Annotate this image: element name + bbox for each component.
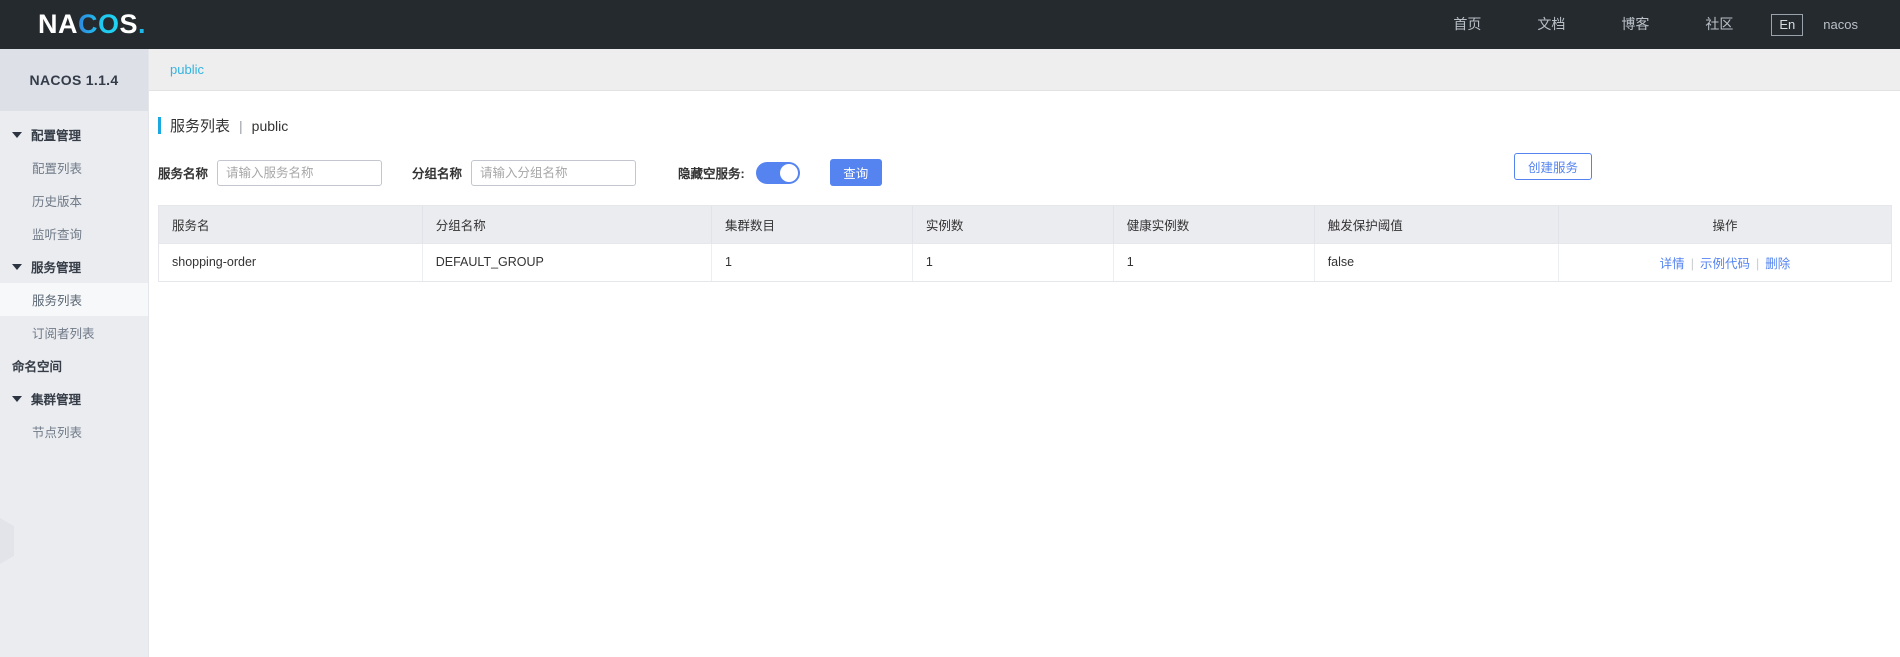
sidebar-group-config-label: 配置管理 bbox=[31, 129, 82, 143]
chevron-down-icon bbox=[12, 263, 22, 270]
column-header-protect-threshold: 触发保护阈值 bbox=[1314, 206, 1559, 244]
sidebar-group-cluster[interactable]: 集群管理 bbox=[0, 382, 148, 415]
cell-instance-count: 1 bbox=[912, 243, 1114, 282]
service-table-element: 服务名 分组名称 集群数目 实例数 健康实例数 触发保护阈值 操作 shoppi… bbox=[159, 206, 1891, 282]
sidebar-item-namespace-label: 命名空间 bbox=[12, 360, 63, 374]
service-name-input[interactable] bbox=[217, 159, 383, 186]
nacos-logo[interactable]: NA CO S. bbox=[38, 11, 146, 38]
row-action-sample-code[interactable]: 示例代码 bbox=[1700, 257, 1750, 271]
cell-healthy-instance-count: 1 bbox=[1113, 243, 1315, 282]
group-name-input[interactable] bbox=[471, 159, 637, 186]
nav-docs[interactable]: 文档 bbox=[1509, 0, 1593, 49]
sidebar-item-history[interactable]: 历史版本 bbox=[0, 184, 148, 217]
sidebar-version-title: NACOS 1.1.4 bbox=[0, 49, 148, 111]
sidebar: NACOS 1.1.4 配置管理 配置列表 历史版本 监听查询 服务管理 服务列… bbox=[0, 49, 149, 657]
language-toggle-button[interactable]: En bbox=[1771, 13, 1804, 36]
logo-text-co: CO bbox=[78, 9, 120, 39]
row-action-detail[interactable]: 详情 bbox=[1660, 257, 1685, 271]
sidebar-collapse-handle[interactable] bbox=[0, 518, 14, 564]
sidebar-item-node-list[interactable]: 节点列表 bbox=[0, 415, 148, 448]
chevron-down-icon bbox=[12, 395, 22, 402]
sidebar-item-config-list-label: 配置列表 bbox=[32, 162, 83, 176]
filter-bar: 服务名称 分组名称 隐藏空服务: 查询 创建服务 bbox=[149, 136, 1900, 194]
toggle-knob bbox=[779, 163, 798, 182]
page-title-text: 服务列表 bbox=[170, 118, 231, 135]
nav-home[interactable]: 首页 bbox=[1425, 0, 1509, 49]
sidebar-group-service[interactable]: 服务管理 bbox=[0, 250, 148, 283]
sidebar-item-subscriber-list[interactable]: 订阅者列表 bbox=[0, 316, 148, 349]
page-title: 服务列表 | public bbox=[149, 91, 1900, 136]
query-button[interactable]: 查询 bbox=[829, 159, 882, 186]
action-separator-1: | bbox=[1690, 256, 1694, 271]
chevron-down-icon bbox=[12, 131, 22, 138]
page-title-namespace: public bbox=[251, 117, 289, 134]
sidebar-group-config[interactable]: 配置管理 bbox=[0, 118, 148, 151]
sidebar-item-listener-query-label: 监听查询 bbox=[32, 228, 83, 242]
hide-empty-service-label: 隐藏空服务: bbox=[678, 167, 745, 181]
title-accent-bar bbox=[158, 117, 161, 134]
table-header: 服务名 分组名称 集群数目 实例数 健康实例数 触发保护阈值 操作 bbox=[159, 206, 1891, 244]
nav-blog[interactable]: 博客 bbox=[1593, 0, 1677, 49]
group-name-label: 分组名称 bbox=[412, 167, 463, 181]
column-header-group-name: 分组名称 bbox=[422, 206, 712, 244]
sidebar-item-history-label: 历史版本 bbox=[32, 195, 83, 209]
cell-operations: 详情 | 示例代码 | 删除 bbox=[1558, 243, 1891, 282]
create-service-button[interactable]: 创建服务 bbox=[1514, 153, 1593, 180]
cell-cluster-count: 1 bbox=[711, 243, 913, 282]
table-row[interactable]: shopping-order DEFAULT_GROUP 1 1 1 false… bbox=[159, 243, 1891, 282]
create-service-wrap: 创建服务 bbox=[1514, 153, 1593, 180]
cell-protect-threshold: false bbox=[1314, 243, 1559, 282]
service-table: 服务名 分组名称 集群数目 实例数 健康实例数 触发保护阈值 操作 shoppi… bbox=[158, 205, 1892, 282]
top-navigation: 首页 文档 博客 社区 En nacos bbox=[1425, 0, 1860, 49]
column-header-operations: 操作 bbox=[1558, 206, 1891, 244]
sidebar-group-service-label: 服务管理 bbox=[31, 261, 82, 275]
cell-group-name: DEFAULT_GROUP bbox=[422, 243, 712, 282]
column-header-service-name: 服务名 bbox=[159, 206, 423, 244]
column-header-healthy-instance-count: 健康实例数 bbox=[1113, 206, 1315, 244]
service-name-label: 服务名称 bbox=[158, 167, 209, 181]
top-header: NA CO S. 首页 文档 博客 社区 En nacos bbox=[0, 0, 1900, 49]
sidebar-item-subscriber-list-label: 订阅者列表 bbox=[32, 327, 95, 341]
cell-service-name: shopping-order bbox=[159, 243, 423, 282]
nav-community[interactable]: 社区 bbox=[1677, 0, 1761, 49]
main-content: public 服务列表 | public 服务名称 分组名称 隐藏空服务: 查询… bbox=[149, 49, 1900, 657]
table-body: shopping-order DEFAULT_GROUP 1 1 1 false… bbox=[159, 243, 1891, 282]
sidebar-item-config-list[interactable]: 配置列表 bbox=[0, 151, 148, 184]
sidebar-group-cluster-label: 集群管理 bbox=[31, 393, 82, 407]
app-body: NACOS 1.1.4 配置管理 配置列表 历史版本 监听查询 服务管理 服务列… bbox=[0, 49, 1900, 657]
row-action-delete[interactable]: 删除 bbox=[1765, 257, 1790, 271]
logo-text-na: NA bbox=[38, 9, 78, 39]
user-menu[interactable]: nacos bbox=[1823, 17, 1860, 32]
sidebar-item-service-list-label: 服务列表 bbox=[32, 294, 83, 308]
logo-text-s: S bbox=[119, 9, 139, 39]
sidebar-spacer-top bbox=[0, 111, 148, 118]
action-separator-2: | bbox=[1755, 256, 1760, 271]
sidebar-item-service-list[interactable]: 服务列表 bbox=[0, 283, 148, 316]
sidebar-item-listener-query[interactable]: 监听查询 bbox=[0, 217, 148, 250]
breadcrumb-item-public[interactable]: public bbox=[170, 62, 204, 77]
page-title-separator: | bbox=[239, 117, 243, 134]
column-header-instance-count: 实例数 bbox=[912, 206, 1114, 244]
logo-dot: . bbox=[138, 9, 147, 39]
hide-empty-service-toggle[interactable] bbox=[755, 161, 800, 184]
column-header-cluster-count: 集群数目 bbox=[711, 206, 913, 244]
breadcrumb: public bbox=[149, 49, 1900, 91]
sidebar-item-namespace[interactable]: 命名空间 bbox=[0, 349, 148, 382]
table-header-row: 服务名 分组名称 集群数目 实例数 健康实例数 触发保护阈值 操作 bbox=[159, 206, 1891, 244]
sidebar-item-node-list-label: 节点列表 bbox=[32, 426, 83, 440]
